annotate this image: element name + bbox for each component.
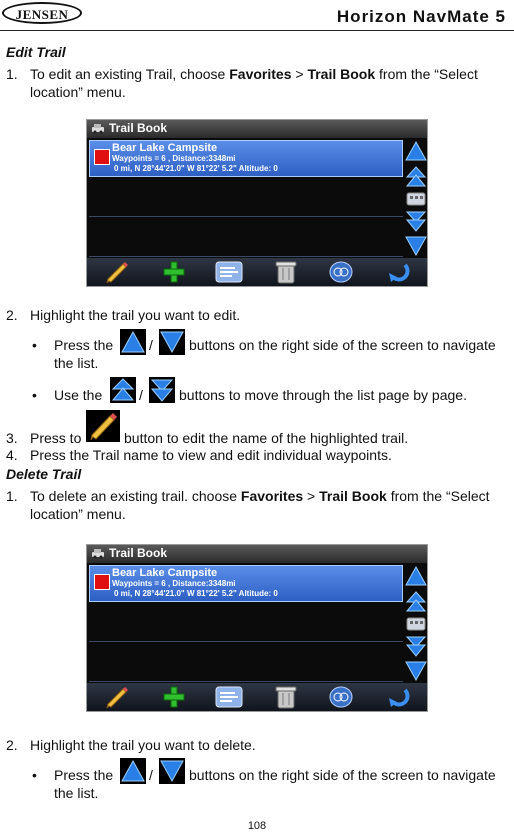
arrow-up-icon (120, 758, 146, 784)
edit-step1-text: To edit an existing Trail, choose Favori… (30, 66, 478, 82)
keyboard-icon[interactable] (406, 616, 426, 632)
delete-step1-text: To delete an existing trail. choose Favo… (30, 488, 490, 504)
delete-bullet1-post: buttons on the right side of the screen … (189, 767, 496, 783)
edit-step2-num: 2. (6, 307, 18, 323)
trail-waypoints-distance: Waypoints = 6 , Distance:3348mi (112, 579, 236, 588)
delete-step2-num: 2. (6, 737, 18, 753)
keyboard-icon[interactable] (406, 191, 426, 207)
arrow-down-icon[interactable] (405, 235, 427, 257)
page-up-icon[interactable] (405, 166, 427, 188)
trash-icon[interactable] (275, 685, 297, 709)
delete-step2-text: Highlight the trail you want to delete. (30, 737, 256, 753)
edit-step4-text: Press the Trail name to view and edit in… (30, 447, 392, 463)
trail-marker-icon (94, 574, 110, 590)
document-title: Horizon NavMate 5 (336, 7, 506, 26)
arrow-down-icon[interactable] (405, 660, 427, 682)
network-icon[interactable] (329, 261, 353, 283)
edit-bullet1-dot: • (32, 337, 37, 353)
delete-step1-text-cont: location” menu. (30, 506, 126, 522)
arrow-up-icon[interactable] (405, 565, 427, 587)
page-down-icon (149, 377, 175, 403)
trail-list-item[interactable] (89, 177, 403, 217)
arrow-down-icon (159, 329, 185, 355)
trail-list-item[interactable] (89, 602, 403, 642)
edit-step3-post: button to edit the name of the highlight… (124, 430, 409, 446)
delete-bullet1-post-cont: the list. (54, 785, 99, 801)
trail-list-item[interactable] (89, 642, 403, 682)
trail-name: Bear Lake Campsite (112, 567, 218, 579)
trail-name: Bear Lake Campsite (112, 142, 218, 154)
edit-bullet2-pre: Use the (54, 387, 103, 403)
pencil-icon[interactable] (105, 686, 129, 708)
edit-bullet2-slash: / (139, 387, 143, 403)
edit-bullet1-post-cont: the list. (54, 355, 99, 371)
arrow-down-icon (159, 758, 185, 784)
jensen-logo: JENSEN (2, 2, 82, 24)
edit-step3-pre: Press to (30, 430, 82, 446)
edit-trail-heading: Edit Trail (6, 44, 66, 60)
arrow-up-icon (120, 329, 146, 355)
edit-step1-num: 1. (6, 66, 18, 82)
page-header: JENSEN Horizon NavMate 5 (0, 0, 514, 31)
car-icon (92, 124, 104, 134)
screen-toolbar (87, 683, 427, 711)
screen-toolbar (87, 258, 427, 286)
scroll-controls (405, 140, 427, 258)
trail-book-screen-1: Trail Book Bear Lake Campsite Waypoints … (86, 119, 428, 287)
car-icon (92, 549, 104, 559)
pencil-icon (86, 410, 120, 442)
trail-list-item-selected[interactable]: Bear Lake Campsite Waypoints = 6 , Dista… (89, 140, 403, 177)
screen-title-bar: Trail Book (87, 545, 427, 563)
edit-bullet1-post: buttons on the right side of the screen … (189, 337, 496, 353)
screen-title-bar: Trail Book (87, 120, 427, 138)
edit-bullet2-dot: • (32, 387, 37, 403)
plus-icon[interactable] (163, 261, 185, 283)
delete-trail-heading: Delete Trail (6, 466, 82, 482)
edit-bullet1-slash: / (149, 337, 153, 353)
page-down-icon[interactable] (405, 210, 427, 232)
delete-bullet1-dot: • (32, 767, 37, 783)
delete-step1-num: 1. (6, 488, 18, 504)
trail-list-item-selected[interactable]: Bear Lake Campsite Waypoints = 6 , Dista… (89, 565, 403, 602)
edit-bullet1-pre: Press the (54, 337, 114, 353)
edit-step2-text: Highlight the trail you want to edit. (30, 307, 241, 323)
trail-coordinates: 0 mi, N 28°44'21.0" W 81°22' 5.2" Altitu… (114, 164, 278, 173)
page-up-icon[interactable] (405, 591, 427, 613)
list-details-icon[interactable] (215, 261, 243, 283)
list-details-icon[interactable] (215, 686, 243, 708)
trail-coordinates: 0 mi, N 28°44'21.0" W 81°22' 5.2" Altitu… (114, 589, 278, 598)
plus-icon[interactable] (163, 686, 185, 708)
delete-bullet1-pre: Press the (54, 767, 114, 783)
arrow-up-icon[interactable] (405, 140, 427, 162)
pencil-icon[interactable] (105, 261, 129, 283)
edit-bullet2-post: buttons to move through the list page by… (179, 387, 467, 403)
screen-title: Trail Book (109, 121, 168, 135)
edit-step3-num: 3. (6, 430, 18, 446)
trail-marker-icon (94, 149, 110, 165)
trail-book-screen-2: Trail Book Bear Lake Campsite Waypoints … (86, 544, 428, 712)
edit-step4-num: 4. (6, 447, 18, 463)
page-number: 108 (247, 820, 267, 832)
delete-bullet1-slash: / (149, 767, 153, 783)
network-icon[interactable] (329, 686, 353, 708)
screen-title: Trail Book (109, 546, 168, 560)
back-arrow-icon[interactable] (387, 686, 411, 708)
trash-icon[interactable] (275, 260, 297, 284)
page-down-icon[interactable] (405, 635, 427, 657)
page-up-icon (110, 377, 136, 403)
trail-list-item[interactable] (89, 217, 403, 257)
edit-step1-text-cont: location” menu. (30, 84, 126, 100)
trail-waypoints-distance: Waypoints = 6 , Distance:3348mi (112, 154, 236, 163)
scroll-controls (405, 565, 427, 683)
back-arrow-icon[interactable] (387, 261, 411, 283)
